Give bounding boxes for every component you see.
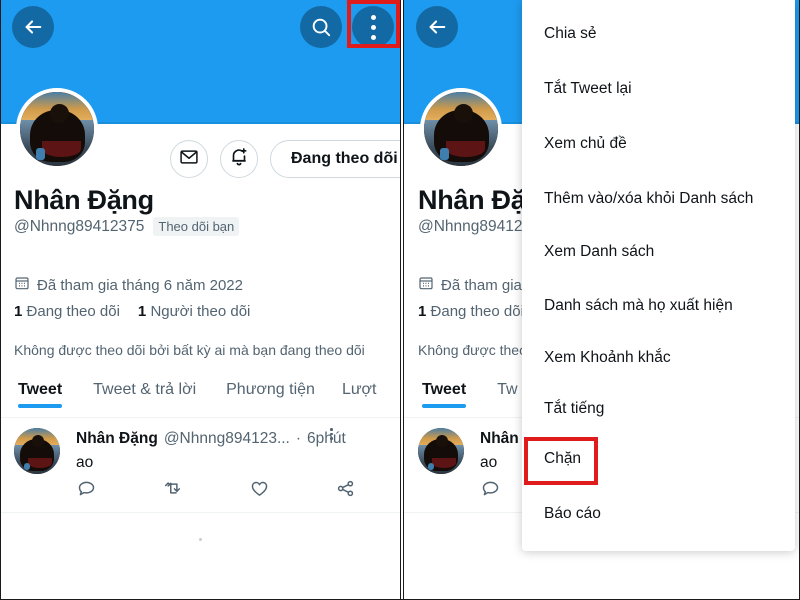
tweet-action-bar xyxy=(76,478,356,504)
three-dots-vertical-icon xyxy=(330,428,333,440)
highlight-box-overflow-button xyxy=(347,0,400,48)
tweet-header: Nhân Đặng @Nhnng894123... · 6phút xyxy=(76,430,346,448)
tab-tweet-replies[interactable]: Tweet & trả lời xyxy=(93,378,196,399)
panel-divider xyxy=(400,0,404,600)
counts-row: 1 Đang theo dõi 1 Người theo dõi xyxy=(14,303,250,320)
calendar-icon xyxy=(14,275,30,296)
tab-tweet-replies-label: Tw xyxy=(497,381,518,398)
following-count[interactable]: 1 Đang theo dõi xyxy=(14,303,120,320)
back-button[interactable] xyxy=(416,6,458,48)
image-border-left xyxy=(0,0,1,600)
tab-media-label: Phương tiện xyxy=(226,381,315,398)
tab-tweet-label: Tweet xyxy=(18,381,63,398)
menu-item-view-moments[interactable]: Xem Khoảnh khắc xyxy=(544,349,671,367)
like-icon[interactable] xyxy=(249,478,270,504)
tweet-text: ao xyxy=(76,454,94,471)
tab-likes-label: Lượt xyxy=(341,381,377,398)
menu-item-add-remove-list[interactable]: Thêm vào/xóa khỏi Danh sách xyxy=(544,190,753,208)
back-arrow-icon xyxy=(22,16,44,38)
retweet-icon[interactable] xyxy=(162,478,183,504)
back-arrow-icon xyxy=(426,16,448,38)
tweet-avatar[interactable] xyxy=(418,428,464,474)
tweet-divider xyxy=(0,512,400,513)
tab-tweet[interactable]: Tweet xyxy=(18,378,63,408)
menu-item-lists-they-appear-on[interactable]: Danh sách mà họ xuất hiện xyxy=(544,297,733,315)
not-followed-note: Không được theo dõi bởi bất kỳ ai mà bạn… xyxy=(14,342,365,358)
bell-plus-icon xyxy=(228,146,250,173)
follows-you-badge: Theo dõi bạn xyxy=(153,217,240,236)
message-button[interactable] xyxy=(170,140,208,178)
tab-tweet-replies-label: Tweet & trả lời xyxy=(93,381,197,398)
reply-icon[interactable] xyxy=(480,478,501,504)
menu-item-mute[interactable]: Tắt tiếng xyxy=(544,400,604,418)
highlight-box-block-menu-item xyxy=(524,437,598,485)
calendar-icon xyxy=(418,275,434,296)
search-button[interactable] xyxy=(300,6,342,48)
tweet-handle: @Nhnng894123... xyxy=(163,430,290,447)
tweet-avatar-image xyxy=(418,428,464,474)
tabs-bottom-border xyxy=(0,417,400,418)
avatar-image xyxy=(20,92,94,166)
tab-media[interactable]: Phương tiện xyxy=(226,378,315,399)
following-number: 1 xyxy=(14,303,23,320)
followers-number: 1 xyxy=(137,303,147,320)
notifications-button[interactable] xyxy=(220,140,258,178)
tweet-overflow-button[interactable] xyxy=(330,428,333,440)
avatar-image xyxy=(424,92,498,166)
following-count[interactable]: 1 Đang theo dõi xyxy=(418,303,524,320)
tweet-separator: · xyxy=(295,430,302,447)
menu-item-view-topics[interactable]: Xem chủ đề xyxy=(544,135,627,153)
scroll-indicator-dot xyxy=(199,538,202,541)
left-phone-panel: Đang theo dõi Nhân Đặng @Nhnng89412375 T… xyxy=(0,0,400,600)
avatar[interactable] xyxy=(16,88,98,170)
followers-count[interactable]: 1 Người theo dõi xyxy=(138,303,250,320)
tab-active-underline xyxy=(422,404,467,408)
tab-tweet-replies[interactable]: Tw xyxy=(497,378,517,399)
joined-row: Đã tham gia tháng 6 năm 2022 xyxy=(14,275,243,296)
reply-icon[interactable] xyxy=(76,478,97,504)
page-title: Nhân Đặng xyxy=(14,185,154,215)
menu-item-view-lists[interactable]: Xem Danh sách xyxy=(544,243,654,261)
menu-item-report[interactable]: Báo cáo xyxy=(544,505,601,523)
search-icon xyxy=(310,16,332,38)
share-icon[interactable] xyxy=(335,478,356,504)
profile-handle: @Nhnng89412375 xyxy=(14,217,145,235)
menu-item-share[interactable]: Chia sẻ xyxy=(544,25,597,43)
tab-active-underline xyxy=(18,404,63,408)
following-number: 1 xyxy=(418,303,427,320)
avatar[interactable] xyxy=(420,88,502,170)
menu-item-turn-off-retweets[interactable]: Tắt Tweet lại xyxy=(544,80,632,98)
handle-row: @Nhnng89412375 Theo dõi bạn xyxy=(14,217,240,236)
mail-icon xyxy=(179,147,199,172)
screenshot-stage: Đang theo dõi Nhân Đặng @Nhnng89412375 T… xyxy=(0,0,800,600)
profile-tabs: Tweet Tweet & trả lời Phương tiện Lượt xyxy=(0,378,400,418)
tab-likes[interactable]: Lượt xyxy=(342,378,377,399)
following-label: Đang theo dõi xyxy=(26,303,120,320)
profile-action-row: Đang theo dõi xyxy=(170,140,400,178)
tweet-text: ao xyxy=(480,454,498,471)
tweet-avatar[interactable] xyxy=(14,428,60,474)
tab-tweet[interactable]: Tweet xyxy=(422,378,467,408)
tab-tweet-label: Tweet xyxy=(422,381,467,398)
back-button[interactable] xyxy=(12,6,54,48)
followers-label: Người theo dõi xyxy=(150,303,251,320)
following-button[interactable]: Đang theo dõi xyxy=(270,140,400,178)
following-label: Đang theo dõi xyxy=(430,303,524,320)
tweet-avatar-image xyxy=(14,428,60,474)
tweet-timestamp: 6phút xyxy=(307,430,346,447)
joined-date: Đã tham gia tháng 6 năm 2022 xyxy=(37,277,243,294)
tweet-author: Nhân Đặng xyxy=(76,430,158,447)
